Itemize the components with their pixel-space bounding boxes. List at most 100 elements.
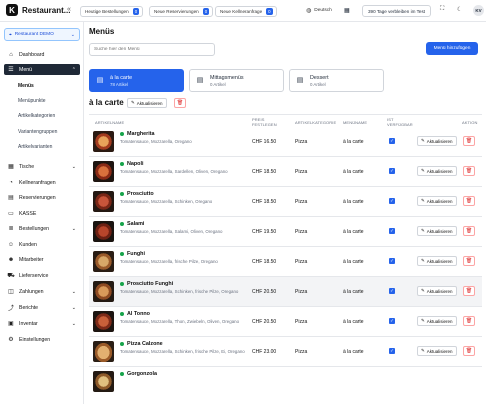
update-item-button[interactable]: ✎ Aktualisieren <box>417 136 457 146</box>
sidebar-subitem-menu-items[interactable]: Menüpunkte <box>18 98 46 104</box>
register-icon: ▭ <box>8 211 14 217</box>
calendar-icon[interactable]: ▦ <box>344 7 350 14</box>
menu-card-count: 0 Artikel <box>210 81 226 87</box>
sidebar-item-tables[interactable]: ▦ Tische ⌄ <box>4 161 80 172</box>
dark-mode-icon[interactable]: ☾ <box>457 6 462 13</box>
sidebar-subitem-variant-groups[interactable]: Variantengruppen <box>18 129 57 135</box>
available-checkbox[interactable]: ✓ <box>389 258 395 264</box>
sidebar-subitem-menus[interactable]: Menüs <box>18 83 34 89</box>
waiter-request-button[interactable]: Neue Kellneranfrage 0 <box>215 6 277 17</box>
home-icon: ⌂ <box>9 51 13 58</box>
sidebar-item-label: Berichte <box>19 304 39 311</box>
brand[interactable]: K Restaurant... <box>6 4 70 16</box>
available-checkbox[interactable]: ✓ <box>389 198 395 204</box>
sidebar-item-pos[interactable]: ▭ KASSE <box>4 208 80 219</box>
veg-indicator-icon <box>120 312 124 316</box>
restaurant-selector[interactable]: ⌖ Restaurant DEMO ⌄ <box>4 28 80 41</box>
item-name: Funghi <box>127 251 145 257</box>
waiter-request-count: 0 <box>266 8 273 15</box>
gear-icon: ⚙ <box>8 337 14 343</box>
sidebar-item-label: Lieferservice <box>19 272 49 279</box>
update-item-button[interactable]: ✎ Aktualisieren <box>417 226 457 236</box>
column-header-category: Artikelkategorie <box>295 120 337 125</box>
item-name: Prosciutto Funghi <box>127 281 174 287</box>
update-label: Aktualisieren <box>426 288 453 294</box>
sidebar-item-settings[interactable]: ⚙ Einstellungen <box>4 334 80 345</box>
sidebar-item-reservations[interactable]: ▤ Reservierungen <box>4 192 80 203</box>
update-item-button[interactable]: ✎ Aktualisieren <box>417 256 457 266</box>
new-reservations-button[interactable]: Neue Reservierungen 0 <box>149 6 214 17</box>
available-checkbox[interactable]: ✓ <box>389 138 395 144</box>
menu-card-lunch[interactable]: ▤ Mittagsmenüs 0 Artikel <box>189 69 284 92</box>
update-item-button[interactable]: ✎ Aktualisieren <box>417 166 457 176</box>
item-image <box>93 131 114 152</box>
sidebar-item-customers[interactable]: ☺ Kunden <box>4 239 80 250</box>
update-item-button[interactable]: ✎ Aktualisieren <box>417 346 457 356</box>
fullscreen-icon[interactable]: ⛶ <box>440 6 444 13</box>
sidebar-item-reports[interactable]: ⤴ Berichte ⌄ <box>4 302 80 313</box>
menu-card-title: Mittagsmenüs <box>210 74 244 81</box>
delete-item-button[interactable]: 🗑 <box>463 136 475 146</box>
delete-item-button[interactable]: 🗑 <box>463 166 475 176</box>
top-bar: K Restaurant... « Heutige Bestellungen 0… <box>0 0 486 22</box>
collapse-sidebar-icon[interactable]: « <box>67 6 71 13</box>
sidebar-item-label: Bestellungen <box>19 225 49 232</box>
sidebar-item-dashboard[interactable]: ⌂ Dashboard <box>4 49 80 60</box>
trash-icon: 🗑 <box>176 100 184 106</box>
menu-card-a-la-carte[interactable]: ▤ à la carte 78 Artikel <box>89 69 184 92</box>
trial-days-button[interactable]: 390 Tage verbleiben im Test <box>362 5 432 17</box>
column-header-name: Artikelname <box>95 120 125 125</box>
item-description: Tomatensauce, Mozzarella, frische Pilze,… <box>120 259 218 264</box>
table-row: Margherita Tomatensauce, Mozzarella, Ore… <box>89 127 482 157</box>
search-input[interactable] <box>89 43 215 56</box>
edit-icon: ✎ <box>421 258 425 263</box>
sidebar-subitem-item-categories[interactable]: Artikelkategorien <box>18 113 55 119</box>
sidebar-item-menu[interactable]: ☰ Menü ⌃ <box>4 64 80 75</box>
update-menu-button[interactable]: ✎ Aktualisieren <box>127 98 167 108</box>
veg-indicator-icon <box>120 282 124 286</box>
sidebar-item-delivery[interactable]: ⛟ Lieferservice <box>4 270 80 281</box>
edit-icon: ✎ <box>131 100 135 105</box>
item-image <box>93 371 114 392</box>
update-item-button[interactable]: ✎ Aktualisieren <box>417 316 457 326</box>
available-checkbox[interactable]: ✓ <box>389 228 395 234</box>
menu-card-count: 0 Artikel <box>310 81 326 87</box>
menu-card-dessert[interactable]: ▤ Dessert 0 Artikel <box>289 69 384 92</box>
delete-item-button[interactable]: 🗑 <box>463 346 475 356</box>
chart-icon: ⤴ <box>7 306 14 312</box>
delete-item-button[interactable]: 🗑 <box>463 256 475 266</box>
language-selector[interactable]: ◍ Deutsch <box>306 7 332 14</box>
item-menu: à la carte <box>343 349 364 355</box>
sidebar-item-label: Mitarbeiter <box>19 256 44 263</box>
item-category: Pizza <box>295 139 308 145</box>
edit-icon: ✎ <box>421 138 425 143</box>
delete-item-button[interactable]: 🗑 <box>463 226 475 236</box>
item-name-line: Napoli <box>120 161 143 167</box>
sidebar-item-inventory[interactable]: ▣ Inventar ⌄ <box>4 318 80 329</box>
delete-item-button[interactable]: 🗑 <box>463 316 475 326</box>
update-item-button[interactable]: ✎ Aktualisieren <box>417 286 457 296</box>
sidebar-subitem-item-variants[interactable]: Artikelvarianten <box>18 144 52 150</box>
item-image <box>93 341 114 362</box>
avatar[interactable]: KV <box>473 5 484 16</box>
delete-menu-button[interactable]: 🗑 <box>174 98 186 108</box>
item-price: CHF 16.50 <box>252 139 277 145</box>
sidebar-item-orders[interactable]: ≣ Bestellungen ⌄ <box>4 223 80 234</box>
available-checkbox[interactable]: ✓ <box>389 348 395 354</box>
update-item-button[interactable]: ✎ Aktualisieren <box>417 196 457 206</box>
column-header-action: Aktion <box>462 120 478 125</box>
add-menu-button[interactable]: Menü hinzufügen <box>426 42 478 55</box>
item-price: CHF 18.50 <box>252 259 277 265</box>
available-checkbox[interactable]: ✓ <box>389 168 395 174</box>
table-row: Prosciutto Funghi Tomatensauce, Mozzarel… <box>89 277 482 307</box>
available-checkbox[interactable]: ✓ <box>389 318 395 324</box>
sidebar-item-waiter-requests[interactable]: ◔ Kellneranfragen <box>4 177 80 188</box>
todays-orders-button[interactable]: Heutige Bestellungen 0 <box>80 6 144 17</box>
sidebar-item-staff[interactable]: ☻ Mitarbeiter <box>4 254 80 265</box>
delete-item-button[interactable]: 🗑 <box>463 286 475 296</box>
update-label: Aktualisieren <box>426 228 453 234</box>
available-checkbox[interactable]: ✓ <box>389 288 395 294</box>
delete-item-button[interactable]: 🗑 <box>463 196 475 206</box>
sidebar-item-payments[interactable]: ◫ Zahlungen ⌄ <box>4 286 80 297</box>
item-name-line: Salami <box>120 221 144 227</box>
